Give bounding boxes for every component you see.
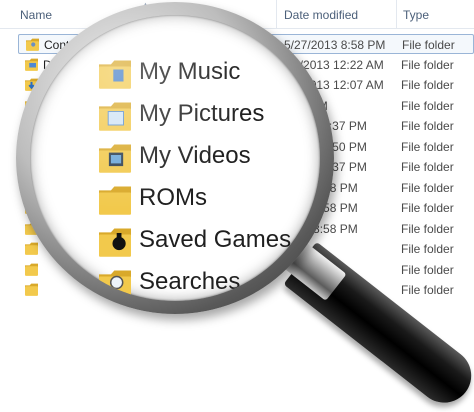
file-type: File folder	[401, 98, 454, 113]
folder-icon	[24, 283, 39, 296]
lens-glare	[30, 15, 320, 301]
file-type: File folder	[401, 283, 454, 297]
column-header-name[interactable]: Name	[20, 8, 52, 22]
column-divider[interactable]	[396, 0, 397, 29]
folder-icon	[24, 242, 39, 255]
folder-icon	[24, 263, 39, 276]
file-type: File folder	[401, 78, 454, 92]
file-type: File folder	[401, 119, 454, 133]
file-type: File folder	[401, 180, 454, 195]
column-header-type[interactable]: Type	[403, 8, 429, 22]
file-type: File folder	[401, 242, 454, 256]
file-type: File folder	[401, 139, 454, 154]
file-type: File folder	[401, 221, 454, 236]
column-divider[interactable]	[276, 0, 277, 29]
file-explorer-list: ▲ Name Date modified Type Contacts5/27/2…	[0, 0, 474, 412]
magnifier-lens: My Music My Pictures My Videos ROMs Save…	[30, 15, 320, 301]
file-type: File folder	[401, 201, 454, 215]
file-type: File folder	[401, 57, 454, 72]
file-type: File folder	[402, 38, 455, 52]
file-date-modified: 5/27/2013 8:58 PM	[284, 38, 386, 52]
column-header-date-modified[interactable]: Date modified	[284, 8, 358, 22]
desktop-folder-icon	[24, 58, 39, 71]
file-type: File folder	[401, 262, 454, 277]
contacts-folder-icon	[25, 38, 40, 51]
file-type: File folder	[401, 160, 454, 174]
